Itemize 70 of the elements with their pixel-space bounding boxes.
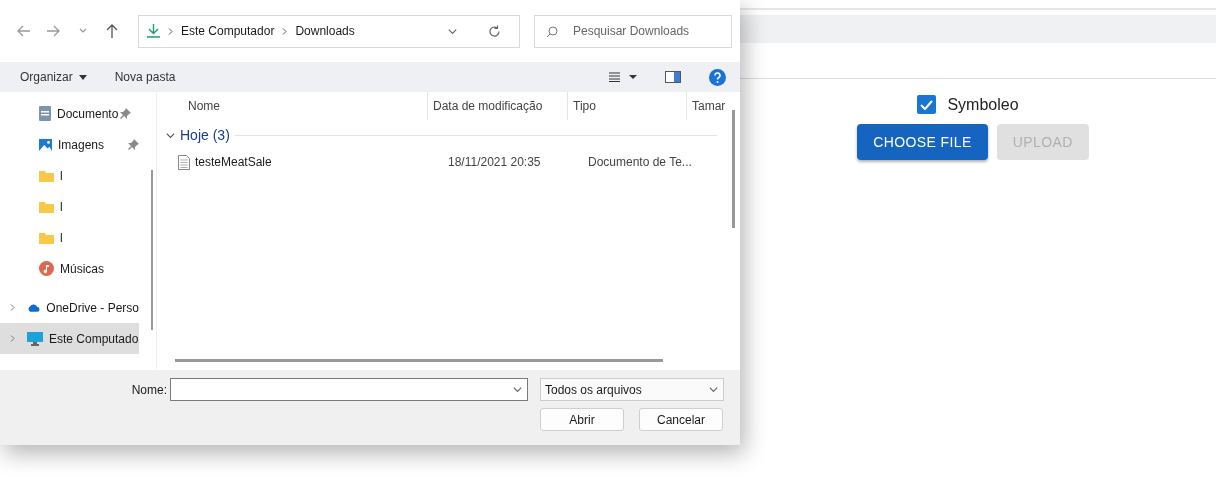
file-row[interactable]: testeMeatSale 18/11/2021 20:35 Documento de Te... [157, 146, 740, 178]
dropdown-icon [512, 384, 523, 395]
sidebar-item[interactable]: Documento [0, 98, 139, 129]
sidebar-item[interactable]: l [0, 222, 139, 253]
dropdown-icon [708, 384, 719, 395]
column-header[interactable]: Data de modificação [427, 92, 567, 120]
back-arrow-icon[interactable] [16, 25, 31, 37]
sidebar-label: OneDrive - Perso [46, 300, 139, 315]
image-icon [39, 137, 52, 152]
address-bar[interactable]: Este Computador Downloads [138, 14, 520, 48]
search-field[interactable]: Pesquisar Downloads [534, 14, 732, 48]
checkbox-label: Symboleo [947, 95, 1019, 114]
file-modified: 18/11/2021 20:35 [448, 155, 542, 169]
folder-icon [39, 200, 54, 213]
choose-file-button[interactable]: CHOOSE FILE [857, 124, 988, 160]
sidebar-item[interactable]: Este Computado [0, 323, 139, 354]
sidebar-label: l [60, 168, 63, 183]
column-header[interactable]: Tipo [567, 92, 686, 120]
file-name-field[interactable] [170, 378, 528, 401]
text-file-icon [178, 154, 190, 170]
chevron-right-icon [8, 303, 17, 312]
file-name-label: Nome: [131, 382, 168, 397]
scrollbar-thumb[interactable] [175, 359, 663, 362]
file-type-select[interactable]: Todos os arquivos [540, 378, 724, 401]
preview-pane-icon[interactable] [665, 71, 681, 83]
up-arrow-icon[interactable] [106, 24, 119, 38]
view-options-icon[interactable] [609, 72, 637, 82]
group-header[interactable]: Hoje (3) [157, 124, 717, 146]
folder-icon [39, 231, 54, 244]
forward-arrow-icon[interactable] [46, 25, 61, 37]
sidebar-label: Músicas [60, 261, 104, 276]
file-type: Documento de Te... [588, 155, 693, 169]
sidebar-item[interactable]: Músicas [0, 253, 139, 284]
refresh-icon[interactable] [488, 24, 501, 38]
monitor-icon [27, 331, 43, 346]
breadcrumb[interactable]: Downloads [295, 24, 355, 38]
group-label: Hoje (3) [180, 127, 230, 143]
chevron-right-icon [8, 334, 17, 343]
pin-icon [128, 139, 139, 150]
sidebar-item[interactable]: OneDrive - Perso [0, 292, 139, 323]
chevron-right-icon [280, 26, 290, 36]
scrollbar-thumb[interactable] [150, 170, 153, 330]
music-icon [39, 261, 54, 276]
help-icon[interactable] [709, 68, 726, 86]
open-button[interactable]: Abrir [540, 408, 624, 431]
chevron-right-icon [166, 26, 175, 36]
column-header[interactable]: Nome [157, 92, 427, 120]
document-icon [39, 106, 51, 121]
caret-icon [78, 74, 87, 80]
cloud-icon [27, 302, 41, 313]
sidebar-item[interactable]: Imagens [0, 129, 139, 160]
new-folder-button[interactable]: Nova pasta [114, 70, 176, 84]
search-icon [546, 25, 558, 38]
sidebar-label: Este Computado [49, 331, 139, 346]
organize-menu[interactable]: Organizar [20, 70, 87, 84]
sidebar-item[interactable]: l [0, 160, 139, 191]
folder-icon [39, 169, 54, 182]
sidebar-label: Imagens [57, 137, 104, 152]
chevron-down-icon[interactable] [78, 28, 87, 34]
sidebar-label: l [60, 230, 63, 245]
breadcrumb[interactable]: Este Computador [181, 24, 275, 38]
sidebar-item[interactable]: l [0, 191, 139, 222]
file-name: testeMeatSale [178, 154, 448, 170]
download-icon [147, 24, 160, 38]
sidebar-label: Documento [57, 106, 119, 121]
scrollbar-thumb[interactable] [732, 110, 735, 228]
checkbox[interactable] [917, 95, 937, 114]
sidebar-label: l [60, 199, 63, 214]
pin-icon [120, 108, 132, 119]
cancel-button[interactable]: Cancelar [639, 408, 723, 431]
